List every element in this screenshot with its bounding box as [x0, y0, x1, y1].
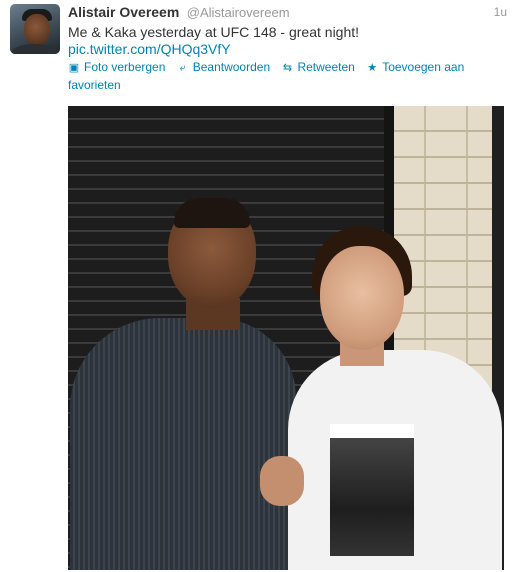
retweet-label: Retweeten: [297, 60, 355, 74]
star-icon: ★: [367, 62, 378, 74]
hide-photo-label: Foto verbergen: [84, 60, 166, 74]
person-right-hand: [260, 456, 304, 506]
tweet-link[interactable]: pic.twitter.com/QHQq3VfY: [68, 40, 231, 58]
favorite-label: Toevoegen aan: [382, 60, 465, 74]
tweet-text: Me & Kaka yesterday at UFC 148 - great n…: [68, 24, 360, 40]
favorite-label-wrap[interactable]: favorieten: [68, 77, 508, 94]
favorite-action[interactable]: ★ Toevoegen aan: [366, 59, 464, 77]
retweet-action[interactable]: ⇆ Retweeten: [281, 59, 355, 77]
reply-icon: ⤶: [179, 62, 186, 74]
tweet-photo[interactable]: [68, 106, 504, 570]
person-right-shirt-print: [330, 424, 414, 556]
timestamp[interactable]: 1u: [494, 5, 507, 19]
reply-action[interactable]: ⤶ Beantwoorden: [177, 59, 270, 77]
tweet-actions: ▣ Foto verbergen ⤶ Beantwoorden ⇆ Retweeten…: [68, 59, 508, 94]
avatar[interactable]: [10, 4, 60, 54]
tweet-header: Alistair Overeem @Alistairovereem: [68, 4, 508, 22]
person-left-shirt: [70, 318, 296, 570]
person-left-hair: [174, 198, 250, 228]
person-right-head: [320, 246, 404, 350]
tweet: Alistair Overeem @Alistairovereem 1u Me …: [0, 0, 519, 572]
photo-icon: ▣: [68, 62, 80, 74]
avatar-head: [24, 14, 50, 46]
hide-photo-action[interactable]: ▣ Foto verbergen: [68, 59, 166, 77]
user-name[interactable]: Alistair Overeem: [68, 4, 179, 20]
avatar-shoulders: [12, 44, 58, 54]
reply-label: Beantwoorden: [192, 60, 271, 74]
user-handle[interactable]: @Alistairovereem: [187, 5, 290, 20]
retweet-icon: ⇆: [282, 62, 293, 74]
